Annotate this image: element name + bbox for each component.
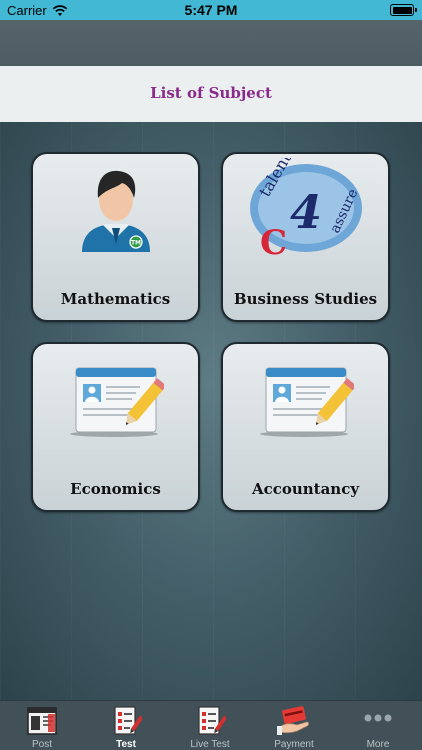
tab-live-test[interactable]: Live Test	[168, 701, 252, 750]
subject-label: Business Studies	[233, 290, 378, 308]
title-bar: List of Subject	[0, 66, 422, 122]
tab-label: Payment	[274, 739, 314, 750]
logo-digit: 4	[290, 185, 322, 239]
more-dots-icon	[364, 714, 392, 722]
subject-card-accountancy[interactable]: Accountancy	[221, 342, 390, 512]
tab-label: Live Test	[190, 739, 230, 750]
tab-post[interactable]: Post	[0, 701, 84, 750]
tab-payment[interactable]: Payment	[252, 701, 336, 750]
clock: 5:47 PM	[184, 2, 238, 18]
tab-label: Test	[116, 739, 136, 750]
subject-label: Mathematics	[60, 290, 171, 308]
student-avatar-icon: TM	[81, 170, 150, 252]
page-title: List of Subject	[150, 84, 272, 102]
post-icon	[27, 707, 57, 735]
logo-letter-c: C	[260, 223, 287, 258]
tab-more[interactable]: More	[336, 701, 420, 750]
subject-card-mathematics[interactable]: TM Mathematics	[31, 152, 200, 322]
subject-label: Economics	[70, 480, 161, 498]
status-bar: Carrier 5:47 PM	[0, 0, 422, 20]
svg-text:TM: TM	[130, 240, 140, 247]
tab-bar: Post Test Live Test Payment More	[0, 700, 422, 750]
navigation-bar	[0, 20, 422, 66]
tab-label: Post	[31, 739, 52, 750]
id-card-pencil-icon	[259, 367, 354, 437]
payment-hand-card-icon	[277, 706, 309, 735]
subject-card-economics[interactable]: Economics	[31, 342, 200, 512]
live-test-checklist-icon	[198, 706, 226, 735]
battery-icon	[390, 4, 417, 16]
tab-label: More	[366, 739, 390, 750]
test-checklist-icon	[114, 706, 142, 735]
id-card-pencil-icon	[69, 367, 164, 437]
subject-label: Accountancy	[251, 480, 360, 498]
talent4assure-logo: talent 4 assure C	[249, 158, 362, 258]
subject-card-business-studies[interactable]: talent 4 assure C Business Studies	[221, 152, 390, 322]
tab-test[interactable]: Test	[84, 701, 168, 750]
